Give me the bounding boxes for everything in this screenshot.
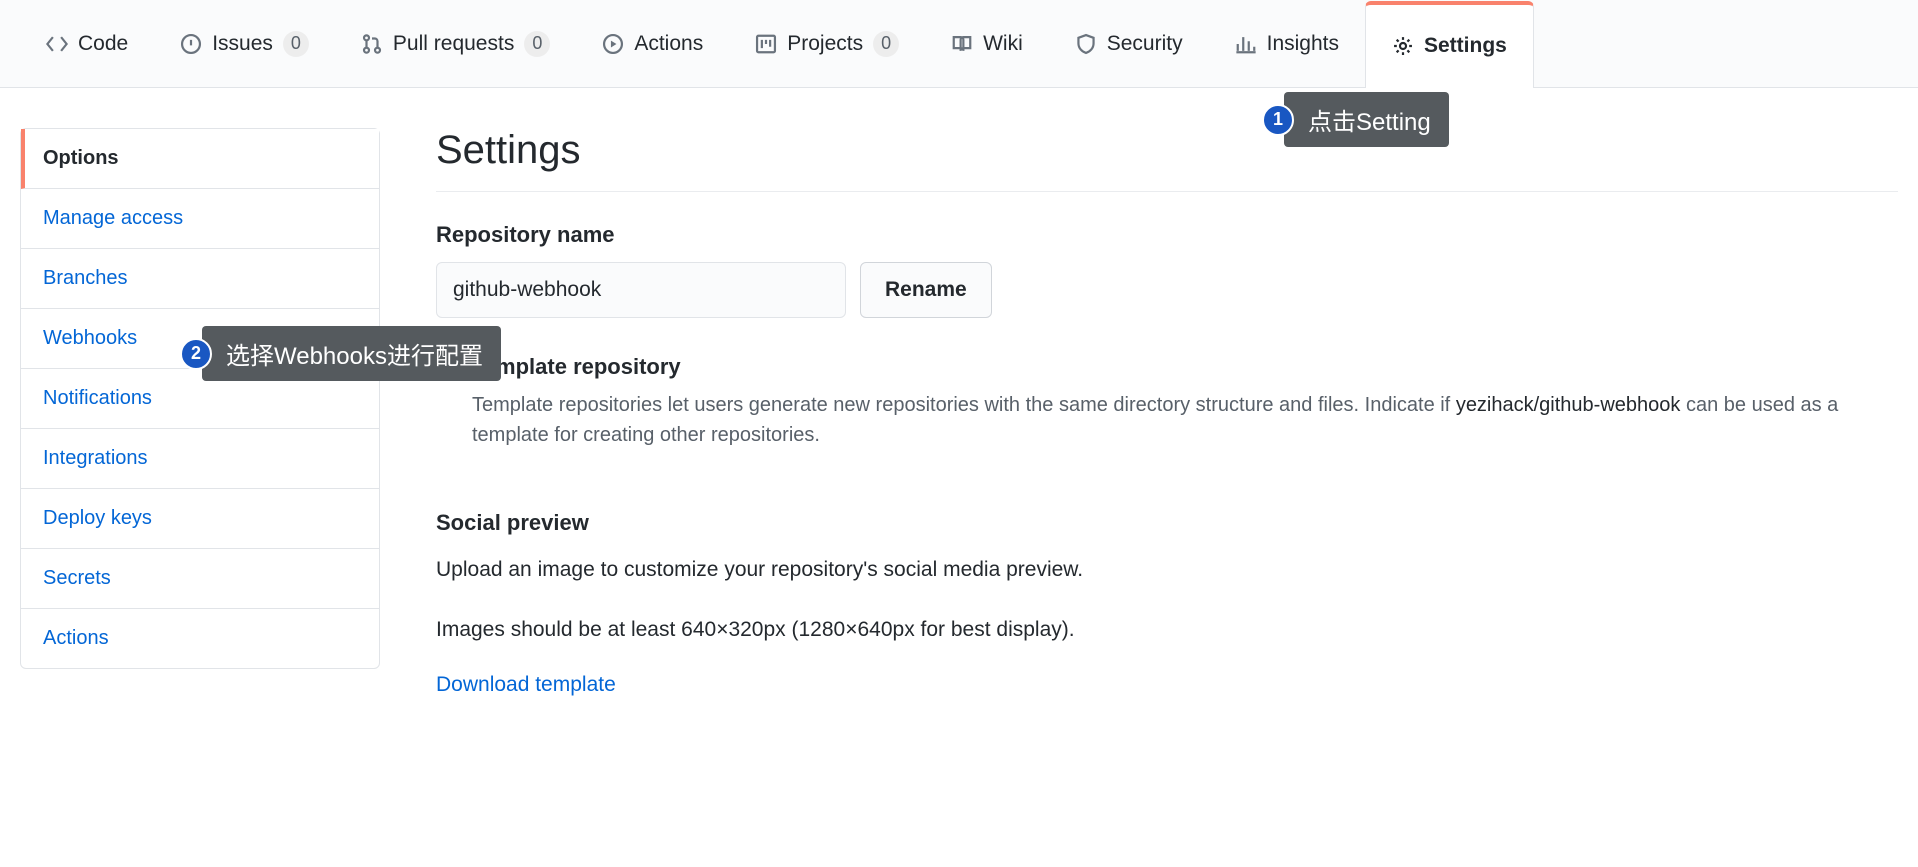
gear-icon <box>1392 35 1414 57</box>
tab-actions-label: Actions <box>634 32 703 56</box>
sidebar-options-label: Options <box>43 147 119 169</box>
projects-count: 0 <box>873 31 899 57</box>
tab-security-label: Security <box>1107 32 1183 56</box>
sidebar-branches-label: Branches <box>43 267 128 289</box>
annotation-badge-1: 1 <box>1262 104 1294 136</box>
code-icon <box>46 33 68 55</box>
social-preview-desc1: Upload an image to customize your reposi… <box>436 554 1898 586</box>
sidebar-actions-label: Actions <box>43 627 109 649</box>
annotation-1: 1 点击Setting <box>1262 92 1449 147</box>
sidebar-item-options[interactable]: Options <box>21 129 379 189</box>
sidebar-deploy-keys-label: Deploy keys <box>43 507 152 529</box>
tab-settings-label: Settings <box>1424 34 1507 58</box>
settings-sidebar: Options Manage access Branches Webhooks … <box>20 128 380 669</box>
page-title: Settings <box>436 128 1898 192</box>
repo-nav-tabs: Code Issues 0 Pull requests 0 Actions Pr… <box>0 0 1918 88</box>
repo-name-label: Repository name <box>436 222 1898 248</box>
template-repo-label: Template repository <box>472 354 681 380</box>
template-help-text: Template repositories let users generate… <box>472 390 1898 450</box>
tab-code-label: Code <box>78 32 128 56</box>
settings-main: Settings Repository name Rename Template… <box>436 128 1898 697</box>
pr-count: 0 <box>524 31 550 57</box>
play-icon <box>602 33 624 55</box>
sidebar-item-secrets[interactable]: Secrets <box>21 549 379 609</box>
book-icon <box>951 33 973 55</box>
download-template-link[interactable]: Download template <box>436 673 1898 697</box>
tab-settings[interactable]: Settings <box>1365 1 1534 88</box>
annotation-text-2: 选择Webhooks进行配置 <box>202 326 501 381</box>
annotation-2: 2 选择Webhooks进行配置 <box>180 326 501 381</box>
tab-actions[interactable]: Actions <box>576 0 729 87</box>
tab-pr-label: Pull requests <box>393 32 514 56</box>
sidebar-item-actions[interactable]: Actions <box>21 609 379 668</box>
issue-icon <box>180 33 202 55</box>
sidebar-notifications-label: Notifications <box>43 387 152 409</box>
tab-issues[interactable]: Issues 0 <box>154 0 335 87</box>
tab-code[interactable]: Code <box>20 0 154 87</box>
tab-projects[interactable]: Projects 0 <box>729 0 925 87</box>
project-icon <box>755 33 777 55</box>
tab-projects-label: Projects <box>787 32 863 56</box>
annotation-text-1: 点击Setting <box>1284 92 1449 147</box>
sidebar-webhooks-label: Webhooks <box>43 327 137 349</box>
sidebar-item-deploy-keys[interactable]: Deploy keys <box>21 489 379 549</box>
sidebar-item-integrations[interactable]: Integrations <box>21 429 379 489</box>
repo-name-input[interactable] <box>436 262 846 318</box>
issues-count: 0 <box>283 31 309 57</box>
tab-wiki-label: Wiki <box>983 32 1023 56</box>
sidebar-manage-access-label: Manage access <box>43 207 183 229</box>
tab-issues-label: Issues <box>212 32 273 56</box>
tab-pull-requests[interactable]: Pull requests 0 <box>335 0 576 87</box>
social-preview-title: Social preview <box>436 510 1898 536</box>
annotation-badge-2: 2 <box>180 338 212 370</box>
sidebar-integrations-label: Integrations <box>43 447 148 469</box>
sidebar-secrets-label: Secrets <box>43 567 111 589</box>
rename-button[interactable]: Rename <box>860 262 992 318</box>
social-preview-desc2: Images should be at least 640×320px (128… <box>436 614 1898 646</box>
pull-request-icon <box>361 33 383 55</box>
tab-insights[interactable]: Insights <box>1209 0 1365 87</box>
sidebar-item-branches[interactable]: Branches <box>21 249 379 309</box>
shield-icon <box>1075 33 1097 55</box>
sidebar-item-manage-access[interactable]: Manage access <box>21 189 379 249</box>
tab-wiki[interactable]: Wiki <box>925 0 1049 87</box>
graph-icon <box>1235 33 1257 55</box>
tab-security[interactable]: Security <box>1049 0 1209 87</box>
tab-insights-label: Insights <box>1267 32 1339 56</box>
